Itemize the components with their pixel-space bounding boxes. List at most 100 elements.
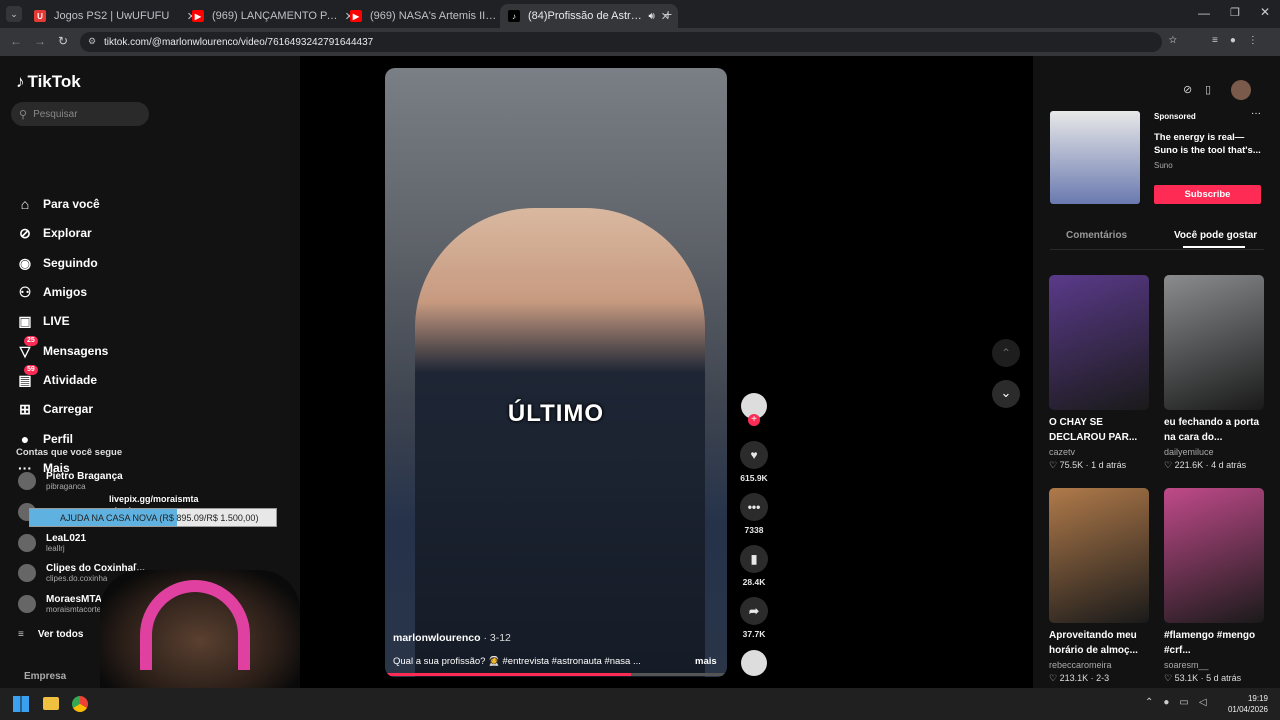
device-icon[interactable]: ▯ (1205, 83, 1211, 96)
minimize-button[interactable]: — (1198, 6, 1210, 20)
ad-menu-icon[interactable]: ··· (1251, 108, 1261, 119)
like-action[interactable]: ♥ 615.9K (738, 441, 770, 483)
video-background-figure (415, 208, 705, 677)
ad-thumbnail[interactable] (1050, 111, 1140, 204)
follow-plus-icon[interactable]: + (748, 414, 760, 426)
system-tray-icons[interactable]: ⌃●▭◁ (1145, 697, 1217, 708)
card-author[interactable]: dailyemiluce (1164, 447, 1264, 457)
restore-button[interactable]: ❐ (1230, 6, 1240, 19)
compass-icon: ⊘ (19, 224, 31, 241)
video-thumbnail[interactable] (1164, 275, 1264, 410)
following-header: Contas que você segue (16, 447, 123, 458)
video-author[interactable]: marlonwlourenco · 3-12 (393, 632, 511, 644)
card-author[interactable]: cazetv (1049, 447, 1149, 457)
tab-favicon-icon: ▶ (192, 10, 204, 22)
tab-search-button[interactable]: ⌄ (6, 6, 22, 22)
sidebar-item-label: Seguindo (43, 256, 98, 270)
video-thumbnail[interactable] (1164, 488, 1264, 623)
followed-account[interactable]: Pietro Bragança pibraganca (18, 468, 123, 494)
home-icon: ⌂ (20, 196, 30, 212)
sidebar-item[interactable]: ▤ 59 Atividade (16, 365, 97, 391)
browser-tab-strip: ⌄ U Jogos PS2 | UwUFUFU ✕ ▶ (969) LANÇAMENTO… (0, 0, 1280, 28)
subscribe-button[interactable]: Subscribe (1154, 185, 1261, 204)
file-explorer-icon[interactable] (43, 697, 59, 710)
video-progress-fill (385, 673, 632, 676)
sidebar-item[interactable]: ◉ Seguindo (16, 252, 98, 274)
sidebar-item[interactable]: ▣ LIVE (16, 310, 69, 332)
compass-icon[interactable]: ⊘ (1183, 83, 1192, 96)
speaker-icon[interactable]: 🔊︎ (648, 11, 654, 22)
recommended-video-card[interactable]: #flamengo #mengo #crf... soaresm__ ♡ 53.1K… (1164, 488, 1264, 684)
close-window-button[interactable]: ✕ (1260, 5, 1270, 19)
video-thumbnail[interactable] (1049, 488, 1149, 623)
card-meta: ♡ 213.1K · 2-3 (1049, 673, 1110, 683)
sidebar-item[interactable]: ⚇ Amigos (16, 281, 87, 303)
see-all-link[interactable]: ≡ Ver todos (18, 629, 83, 640)
new-tab-button[interactable]: + (664, 6, 672, 22)
chrome-icon[interactable] (72, 696, 88, 712)
forward-icon[interactable]: → (34, 34, 46, 48)
sidebar-item[interactable]: ⊞ Carregar (16, 398, 93, 420)
account-name: LeaL021 (46, 533, 87, 544)
tiktok-note-icon: ♪ (16, 72, 25, 91)
recommended-video-card[interactable]: O CHAY SE DECLAROU PAR... cazetv ♡ 75.5K ·… (1049, 275, 1149, 471)
bookmark-icon[interactable]: ▮ (740, 545, 768, 573)
tab-favicon-icon: ♪ (508, 10, 520, 22)
card-meta: ♡ 53.1K · 5 d atrás (1164, 673, 1242, 683)
back-icon[interactable]: ← (10, 34, 22, 48)
card-author[interactable]: rebeccaromeira (1049, 660, 1149, 670)
followed-account[interactable]: LeaL021 leallrj (18, 530, 86, 556)
donation-goal-text: AJUDA NA CASA NOVA (R$ 895.09/R$ 1.500,0… (60, 513, 259, 523)
share-icon[interactable]: ➦ (740, 597, 768, 625)
search-input[interactable]: ⚲ Pesquisar (11, 102, 149, 126)
recommended-video-card[interactable]: Aproveitando meu horário de almoç... rebe… (1049, 488, 1149, 684)
notification-badge: 25 (24, 336, 38, 346)
heart-icon: ♡ (1049, 460, 1060, 470)
tab-title: (969) LANÇAMENTO PARA A LUA (212, 10, 339, 22)
url-field[interactable]: ⚙ tiktok.com/@marlonwlourenco/video/7616… (80, 32, 1162, 52)
video-description: Qual a sua profissão? 👩‍🚀 #entrevista #a… (393, 656, 641, 667)
sidebar-item[interactable]: ▽ 25 Mensagens (16, 336, 108, 362)
followed-account[interactable]: MoraesMTA moraismtacortes (18, 591, 105, 617)
following-avatar-icon: ◉ (18, 254, 32, 271)
sidebar-item[interactable]: ⊘ Explorar (16, 222, 92, 244)
upload-icon: ⊞ (19, 400, 31, 417)
windows-start-icon[interactable] (13, 696, 29, 712)
video-progress-track[interactable] (385, 673, 727, 676)
tab-title: (969) NASA's Artemis II Crew La (370, 10, 497, 22)
save-action[interactable]: ▮ 28.4K (738, 545, 770, 587)
clock[interactable]: 19:19 01/04/2026 (1226, 693, 1268, 715)
tiktok-logo[interactable]: ♪ TikTok (16, 72, 81, 92)
browser-tab[interactable]: UJogos PS2 | UwUFUFU✕ (26, 4, 204, 28)
tab-title: (84)Profissão de Astronauta (528, 10, 644, 22)
recommended-video-card[interactable]: eu fechando a porta na cara do... dailyem… (1164, 275, 1264, 471)
card-author[interactable]: soaresm__ (1164, 660, 1264, 670)
user-avatar[interactable] (1231, 80, 1251, 100)
site-info-icon[interactable]: ⚙ (88, 36, 96, 47)
tab-you-may-like[interactable]: Você pode gostar (1174, 230, 1257, 241)
video-player[interactable]: ÚLTIMO marlonwlourenco · 3-12 Qual a sua… (385, 68, 727, 677)
profile-avatar-icon: ● (20, 431, 30, 447)
next-video-button[interactable]: ⌄ (992, 380, 1020, 408)
share-action[interactable]: ➦ 37.7K (738, 597, 770, 639)
footer-company[interactable]: Empresa (24, 671, 66, 682)
browser-tab[interactable]: ▶(969) NASA's Artemis II Crew La✕ (342, 4, 520, 28)
browser-tab[interactable]: ♪(84)Profissão de Astronauta🔊︎✕ (500, 4, 678, 28)
menu-icon[interactable]: ≡●⋮ (1212, 35, 1270, 46)
reload-icon[interactable]: ↻ (58, 34, 68, 48)
video-thumbnail[interactable] (1049, 275, 1149, 410)
tab-comments[interactable]: Comentários (1066, 230, 1127, 241)
avatar (18, 564, 36, 582)
tab-divider (1050, 249, 1264, 250)
browser-tab[interactable]: ▶(969) LANÇAMENTO PARA A LUA✕ (184, 4, 362, 28)
heart-icon[interactable]: ♥ (740, 441, 768, 469)
sound-avatar[interactable] (741, 650, 767, 676)
comment-action[interactable]: ••• 7338 (738, 493, 770, 535)
sidebar-item-label: Perfil (43, 432, 74, 446)
comment-icon[interactable]: ••• (740, 493, 768, 521)
list-icon: ≡ (18, 629, 24, 640)
prev-video-button[interactable]: ⌃ (992, 339, 1020, 367)
heart-icon: ♡ (1164, 460, 1175, 470)
sidebar-item[interactable]: ⌂ Para você (16, 193, 100, 215)
more-link[interactable]: mais (695, 656, 717, 667)
